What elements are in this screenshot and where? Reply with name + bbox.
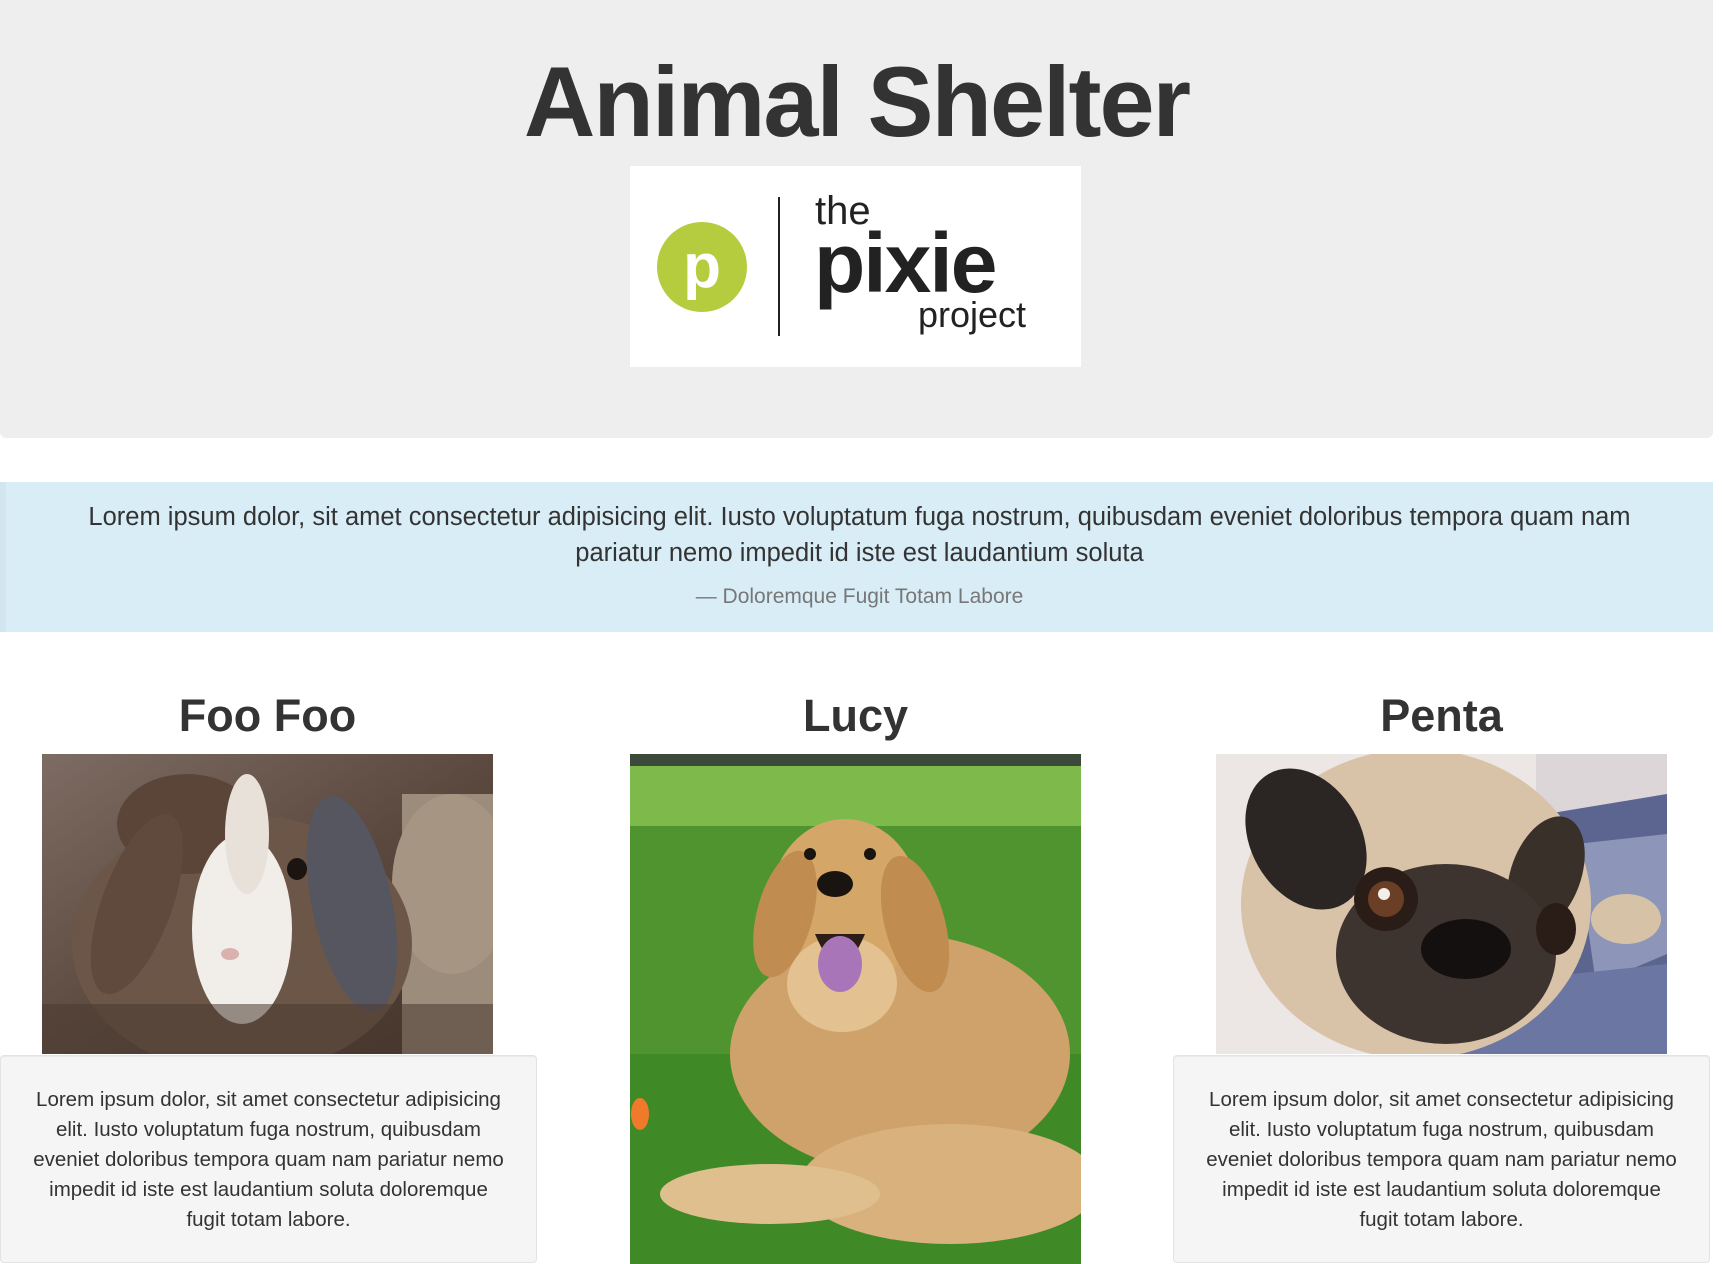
animal-description-penta: Lorem ipsum dolor, sit amet consectetur …	[1173, 1055, 1710, 1263]
animal-name-lucy: Lucy	[802, 690, 909, 741]
pug-photo	[1216, 754, 1667, 1054]
logo-word-project: project	[918, 294, 1026, 335]
animal-description-foo-foo: Lorem ipsum dolor, sit amet consectetur …	[0, 1055, 537, 1263]
header-jumbotron: Animal Shelter p the pixie project	[0, 0, 1713, 438]
logo-graphic: p the pixie project	[657, 189, 1026, 336]
animal-name-foo-foo: Foo Foo	[178, 690, 357, 741]
page-title: Animal Shelter	[523, 46, 1191, 157]
logo-divider	[778, 197, 780, 336]
logo-mark-letter: p	[683, 232, 721, 301]
animal-name-penta: Penta	[1380, 690, 1503, 741]
pixie-project-logo: p the pixie project	[630, 166, 1081, 367]
quote-attribution: — Doloremque Fugit Totam Labore	[695, 585, 1024, 608]
rabbit-photo	[42, 754, 493, 1054]
golden-retriever-photo	[630, 754, 1081, 1264]
quote-blockquote: Lorem ipsum dolor, sit amet consectetur …	[0, 482, 1713, 632]
quote-text: Lorem ipsum dolor, sit amet consectetur …	[88, 503, 1631, 567]
